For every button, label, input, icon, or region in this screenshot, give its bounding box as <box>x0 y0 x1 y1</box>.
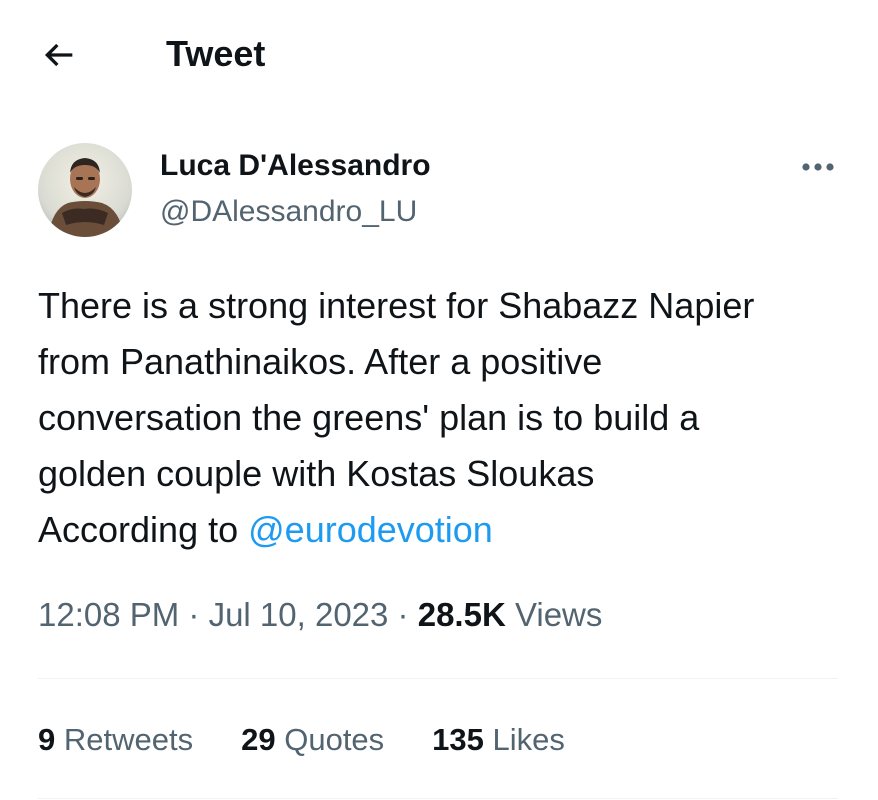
tweet-meta: 12:08 PM · Jul 10, 2023 · 28.5K Views <box>38 592 602 638</box>
tweet-stats: 9 Retweets 29 Quotes 135 Likes <box>38 718 613 762</box>
meta-separator: · <box>179 596 209 633</box>
quotes-stat[interactable]: 29 Quotes <box>241 718 384 762</box>
arrow-left-icon <box>44 43 73 67</box>
tweet-text: There is a strong interest for Shabazz N… <box>38 278 848 558</box>
author-name[interactable]: Luca D'Alessandro <box>160 146 431 186</box>
tweet-author: Luca D'Alessandro @DAlessandro_LU <box>0 140 878 240</box>
tweet-date[interactable]: Jul 10, 2023 <box>209 596 389 633</box>
more-horizontal-icon <box>802 163 834 171</box>
back-button[interactable] <box>34 30 84 80</box>
views-label: Views <box>514 596 603 633</box>
author-handle[interactable]: @DAlessandro_LU <box>160 192 417 232</box>
likes-count: 135 <box>432 722 484 757</box>
tweet-time[interactable]: 12:08 PM <box>38 596 179 633</box>
page-title: Tweet <box>166 33 266 74</box>
top-bar: Tweet <box>0 0 878 110</box>
divider <box>38 798 838 799</box>
divider <box>38 678 838 679</box>
meta-separator: · <box>388 596 418 633</box>
tweet-text-line: conversation the greens' plan is to buil… <box>38 397 700 438</box>
retweets-count: 9 <box>38 722 56 757</box>
more-options-button[interactable] <box>790 152 846 182</box>
quotes-count: 29 <box>241 722 276 757</box>
tweet-text-prefix: According to <box>38 509 249 550</box>
avatar[interactable] <box>38 143 132 237</box>
retweets-label: Retweets <box>63 722 194 757</box>
quotes-label: Quotes <box>284 722 385 757</box>
tweet-text-line: There is a strong interest for Shabazz N… <box>38 285 755 326</box>
tweet-text-line: from Panathinaikos. After a positive <box>38 341 603 382</box>
avatar-image <box>38 143 132 237</box>
tweet-text-line: According to @eurodevotion <box>38 502 848 558</box>
tweet-text-line: golden couple with Kostas Sloukas <box>38 453 595 494</box>
views-count: 28.5K <box>417 596 506 633</box>
retweets-stat[interactable]: 9 Retweets <box>38 718 193 762</box>
likes-stat[interactable]: 135 Likes <box>432 718 565 762</box>
likes-label: Likes <box>492 722 565 757</box>
mention-link[interactable]: @eurodevotion <box>248 509 493 550</box>
